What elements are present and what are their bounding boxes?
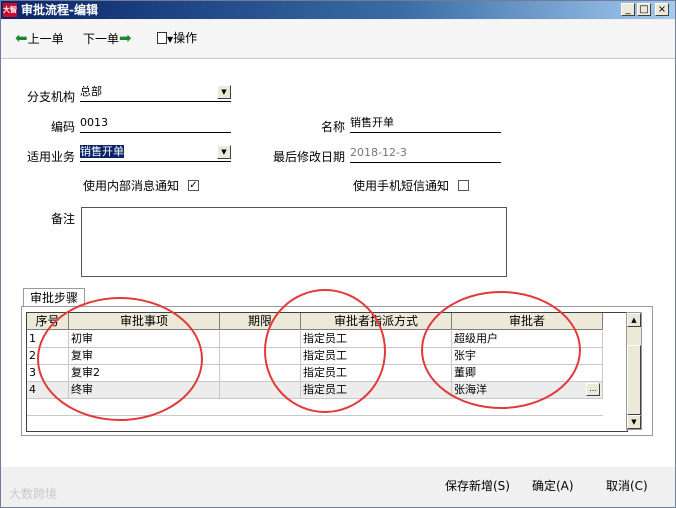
- business-label: 适用业务: [27, 150, 76, 164]
- remark-label: 备注: [51, 212, 76, 226]
- grid-vertical-scrollbar[interactable]: ▲ ▼: [626, 312, 642, 430]
- sms-notify-checkbox[interactable]: [458, 180, 469, 191]
- cancel-button[interactable]: 取消(C): [606, 478, 648, 494]
- business-select[interactable]: 销售开单 ▼: [80, 145, 231, 162]
- annotation-circle-approver: [421, 291, 581, 409]
- checkmark-icon: ✓: [189, 180, 198, 191]
- scroll-down-icon[interactable]: ▼: [627, 415, 641, 429]
- business-value: 销售开单: [80, 145, 124, 158]
- watermark-logo: 大数跨境: [9, 487, 58, 501]
- toolbar: ⬅上一单 下一单➡ ▼操作: [1, 20, 675, 59]
- annotation-circle-method: [264, 289, 386, 413]
- confirm-button[interactable]: 确定(A): [532, 478, 574, 494]
- app-logo-icon: 大智: [3, 3, 17, 17]
- next-record-label: 下一单: [83, 32, 120, 46]
- next-record-button[interactable]: 下一单➡: [83, 30, 132, 47]
- annotation-circle-items: [37, 297, 203, 421]
- branch-select[interactable]: 总部 ▼: [80, 85, 231, 102]
- code-label: 编码: [51, 120, 76, 134]
- prev-record-button[interactable]: ⬅上一单: [15, 30, 64, 47]
- operations-menu-button[interactable]: ▼操作: [157, 30, 197, 48]
- sms-notify-label: 使用手机短信通知: [353, 179, 450, 193]
- arrow-left-icon: ⬅: [15, 29, 28, 47]
- chevron-down-icon[interactable]: ▼: [217, 85, 231, 99]
- code-field[interactable]: 0013: [80, 116, 231, 133]
- select-approver-button[interactable]: ...: [586, 383, 600, 396]
- tab-approval-steps[interactable]: 审批步骤: [23, 288, 85, 307]
- window-title: 审批流程-编辑: [21, 3, 98, 17]
- approval-flow-window: 大智 审批流程-编辑 _ □ × ⬅上一单 下一单➡ ▼操作 分支机构 总部 ▼…: [0, 0, 676, 508]
- modified-date-field: 2018-12-3: [350, 146, 501, 163]
- arrow-right-icon: ➡: [119, 29, 132, 47]
- close-button[interactable]: ×: [655, 3, 669, 16]
- remark-textarea[interactable]: [81, 207, 507, 277]
- name-field[interactable]: 销售开单: [350, 116, 501, 133]
- operations-label: 操作: [173, 31, 198, 45]
- maximize-button[interactable]: □: [637, 3, 651, 16]
- modified-date-label: 最后修改日期: [273, 150, 346, 164]
- title-bar: 大智 审批流程-编辑 _ □ ×: [1, 1, 675, 19]
- name-label: 名称: [321, 120, 346, 134]
- minimize-button[interactable]: _: [621, 3, 635, 16]
- branch-label: 分支机构: [27, 90, 76, 104]
- scroll-thumb[interactable]: [627, 345, 641, 415]
- scroll-up-icon[interactable]: ▲: [627, 313, 641, 327]
- form-area: 分支机构 总部 ▼ 编码 0013 名称 销售开单 适用业务 销售开单 ▼ 最后…: [1, 59, 675, 467]
- prev-record-label: 上一单: [27, 32, 64, 46]
- internal-notify-label: 使用内部消息通知: [83, 179, 180, 193]
- branch-value: 总部: [80, 85, 102, 98]
- document-icon: [157, 32, 167, 44]
- internal-notify-checkbox[interactable]: ✓: [188, 180, 199, 191]
- footer-bar: 大数跨境 保存新增(S) 确定(A) 取消(C): [1, 468, 675, 507]
- chevron-down-icon[interactable]: ▼: [217, 145, 231, 159]
- save-new-button[interactable]: 保存新增(S): [445, 478, 510, 494]
